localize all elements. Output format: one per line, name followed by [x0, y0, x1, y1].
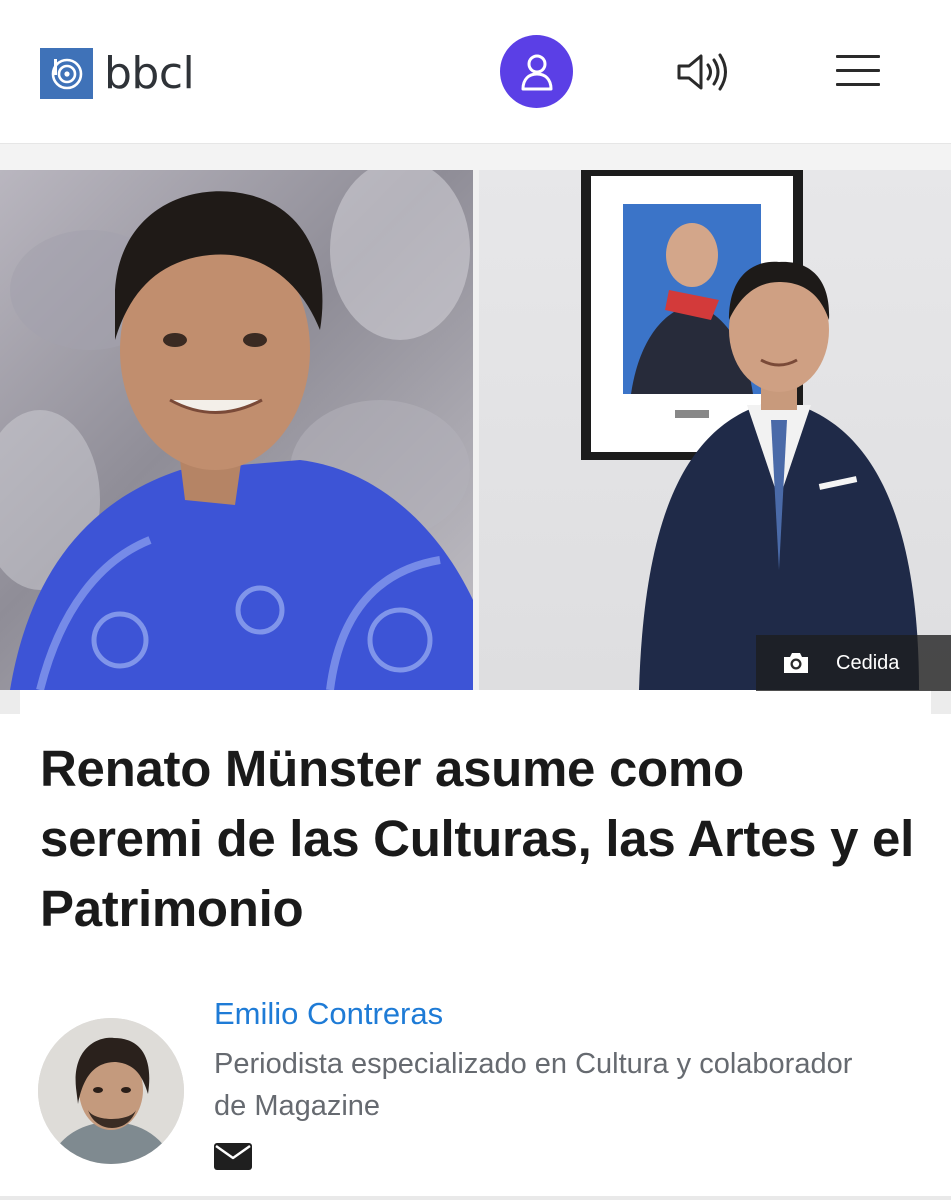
photo-credit: Cedida [756, 635, 951, 691]
author-avatar[interactable] [38, 1018, 184, 1164]
hero-photo-left [0, 170, 473, 690]
author-role: Periodista especializado en Cultura y co… [214, 1048, 853, 1122]
mail-icon[interactable] [213, 1140, 253, 1171]
site-header: bbcl [0, 0, 951, 143]
speaker-icon [677, 53, 727, 91]
content-card-top [20, 690, 931, 714]
logo-text: bbcl [104, 47, 195, 99]
header-divider [0, 143, 951, 170]
photo-credit-text: Cedida [836, 651, 900, 674]
hamburger-menu-icon[interactable] [834, 50, 882, 90]
article-title: Renato Münster asume como seremi de las … [40, 740, 914, 937]
hero-photo-right [479, 170, 951, 690]
camera-icon [784, 653, 808, 673]
logo-icon [40, 48, 93, 99]
section-divider [0, 1196, 951, 1200]
site-logo[interactable]: bbcl [40, 47, 195, 99]
account-button[interactable] [500, 35, 573, 108]
user-icon [521, 54, 552, 90]
author-name-link[interactable]: Emilio Contreras [214, 996, 443, 1032]
listen-audio-button[interactable] [672, 47, 734, 97]
hero-image[interactable] [0, 170, 951, 690]
